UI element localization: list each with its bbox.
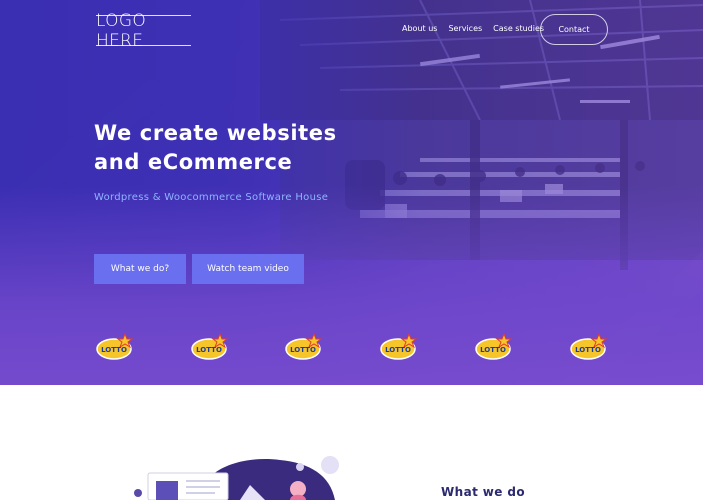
hero-subline: Wordpress & Woocommerce Software House — [94, 192, 329, 203]
nav-services[interactable]: Services — [448, 24, 482, 33]
hero-headline: We create websites and eCommerce — [94, 119, 414, 177]
site-logo[interactable]: LOGO HERE — [96, 11, 191, 51]
lotto-logo-text: LOTTO — [480, 346, 506, 354]
lotto-logo: LOTTO — [191, 333, 229, 360]
section-title: What we do — [441, 485, 526, 499]
what-we-do-illustration — [134, 456, 339, 500]
lotto-logo-text: LOTTO — [290, 346, 316, 354]
lotto-logo-text: LOTTO — [196, 346, 222, 354]
lotto-logo-text: LOTTO — [575, 346, 601, 354]
lotto-logo: LOTTO — [285, 333, 323, 360]
nav-case-studies[interactable]: Case studies — [493, 24, 544, 33]
lotto-logo-text: LOTTO — [385, 346, 411, 354]
what-we-do-button[interactable]: What we do? — [94, 254, 186, 284]
client-logos: LOTTO LOTTO LOTTO LOTTO LOTTO LOTTO — [96, 333, 616, 363]
what-we-do-section: What we do — [0, 385, 703, 500]
contact-button[interactable]: Contact — [540, 14, 608, 45]
nav-about-us[interactable]: About us — [402, 24, 437, 33]
lotto-logo: LOTTO — [570, 333, 608, 360]
lotto-logo-text: LOTTO — [101, 346, 127, 354]
main-nav: About us Services Case studies — [402, 24, 544, 33]
hero-headline-line2: and eCommerce — [94, 150, 293, 174]
lotto-logo: LOTTO — [475, 333, 513, 360]
lotto-logo: LOTTO — [96, 333, 134, 360]
lotto-logo: LOTTO — [380, 333, 418, 360]
hero-banner: LOGO HERE About us Services Case studies… — [0, 0, 703, 385]
hero-headline-line1: We create websites — [94, 121, 337, 145]
watch-team-video-button[interactable]: Watch team video — [192, 254, 304, 284]
